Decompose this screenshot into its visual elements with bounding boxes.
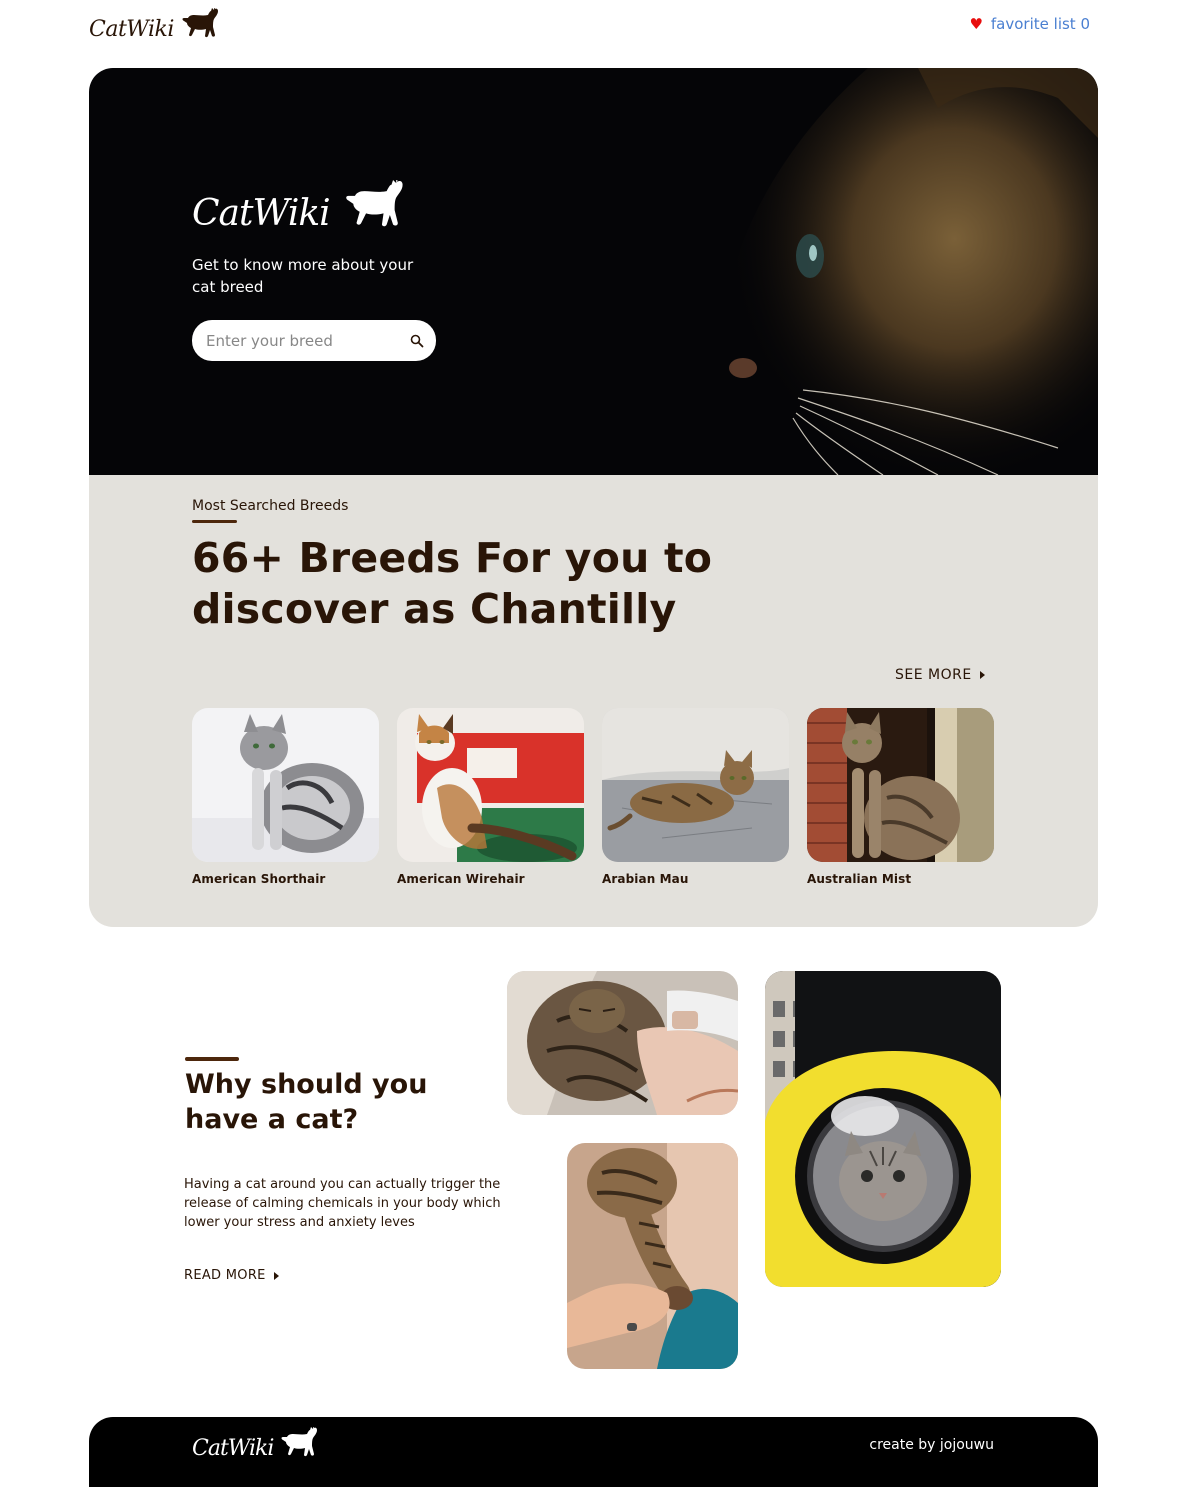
see-more-label: SEE MORE — [895, 667, 972, 683]
breed-photo — [397, 708, 584, 862]
breed-photo — [602, 708, 789, 862]
breed-name: American Wirehair — [397, 872, 525, 886]
footer-credit: create by jojouwu — [869, 1437, 994, 1453]
site-header: CatWiki ♥ favorite list 0 — [89, 6, 1098, 46]
breed-card[interactable]: Australian Mist — [807, 708, 994, 886]
search-icon[interactable] — [410, 334, 424, 348]
hero-tagline: Get to know more about your cat breed — [192, 256, 414, 296]
site-footer: CatWiki create by jojouwu — [89, 1417, 1098, 1487]
header-logo-text: CatWiki — [89, 17, 174, 42]
most-searched-section: Most Searched Breeds 66+ Breeds For you … — [89, 475, 1098, 927]
hero-logo: CatWiki — [192, 180, 406, 234]
favorite-list-label: favorite list 0 — [990, 15, 1090, 33]
header-logo[interactable]: CatWiki — [89, 8, 220, 42]
kicker-underline — [192, 520, 237, 523]
read-more-label: READ MORE — [184, 1268, 266, 1283]
section-title: 66+ Breeds For you to discover as Chanti… — [192, 534, 713, 633]
footer-logo-text: CatWiki — [192, 1436, 274, 1461]
section-kicker: Most Searched Breeds — [192, 498, 349, 514]
why-title: Why should you have a cat? — [185, 1069, 428, 1135]
hero-logo-text: CatWiki — [192, 193, 331, 234]
see-more-link[interactable]: SEE MORE — [895, 667, 985, 683]
breed-card[interactable]: Arabian Mau — [602, 708, 789, 886]
cat-logo-icon — [281, 1427, 318, 1457]
cat-backpack-photo — [765, 971, 1001, 1287]
cat-paw-photo — [567, 1143, 738, 1369]
breed-card[interactable]: American Shorthair — [192, 708, 379, 886]
heart-icon: ♥ — [969, 14, 983, 33]
footer-logo: CatWiki — [192, 1427, 319, 1461]
why-accent-bar — [185, 1057, 239, 1061]
breed-search-input[interactable] — [204, 330, 410, 351]
breed-name: Australian Mist — [807, 872, 912, 886]
read-more-link[interactable]: READ MORE — [184, 1268, 279, 1283]
cat-logo-icon — [182, 8, 218, 38]
hero-banner: CatWiki Get to know more about your cat … — [89, 68, 1098, 475]
breed-name: Arabian Mau — [602, 872, 689, 886]
breed-photo — [807, 708, 994, 862]
breed-name: American Shorthair — [192, 872, 326, 886]
caret-right-icon — [273, 1271, 279, 1280]
caret-right-icon — [979, 671, 985, 679]
hero-cat-photo — [538, 68, 1098, 475]
cat-logo-icon — [345, 180, 403, 227]
breed-photo — [192, 708, 379, 862]
why-body: Having a cat around you can actually tri… — [184, 1177, 501, 1230]
breed-card[interactable]: American Wirehair — [397, 708, 584, 886]
favorite-list-link[interactable]: ♥ favorite list 0 — [969, 15, 1090, 33]
breed-search-box — [192, 320, 436, 361]
cat-held-photo — [507, 971, 738, 1115]
